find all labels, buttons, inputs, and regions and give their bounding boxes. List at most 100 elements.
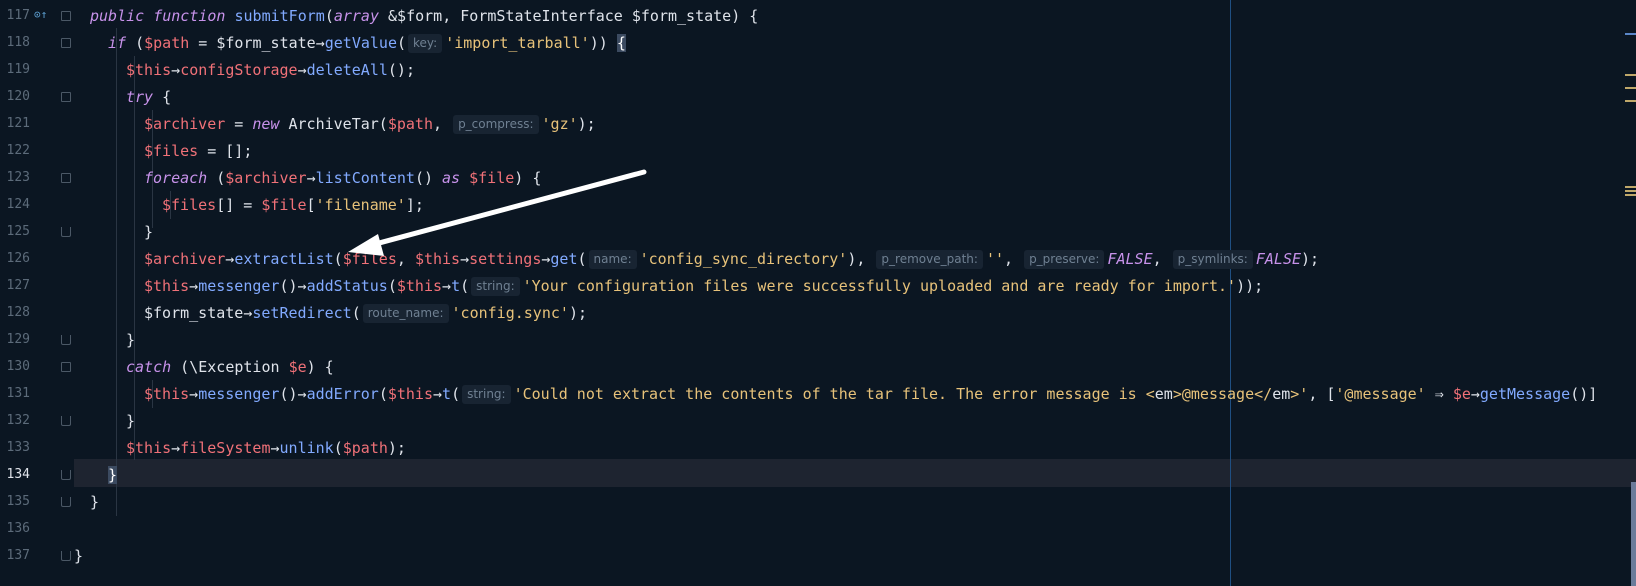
scroll-marker[interactable] bbox=[1625, 186, 1636, 188]
scroll-marker[interactable] bbox=[1625, 74, 1636, 76]
code-line-134[interactable]: } bbox=[108, 461, 1636, 489]
code-line-121[interactable]: $archiver = new ArchiveTar($path, p_comp… bbox=[144, 110, 1636, 138]
code-line-123[interactable]: foreach ($archiver→listContent() as $fil… bbox=[144, 164, 1636, 192]
code-line-133[interactable]: $this→fileSystem→unlink($path); bbox=[126, 434, 1636, 462]
token: ⇒ bbox=[1425, 385, 1453, 403]
token: new bbox=[252, 115, 280, 133]
token: ) { bbox=[514, 169, 542, 187]
token: $this bbox=[414, 250, 461, 268]
token: () bbox=[279, 385, 298, 403]
token: ()] bbox=[1570, 385, 1598, 403]
token: → bbox=[433, 385, 443, 403]
scroll-marker[interactable] bbox=[1625, 87, 1636, 89]
token: extractList bbox=[234, 250, 334, 268]
code-line-120[interactable]: try { bbox=[126, 83, 1636, 111]
token: [] = bbox=[216, 196, 262, 214]
code-editor[interactable]: public function submitForm(array &$form,… bbox=[74, 0, 1636, 586]
scroll-marker[interactable] bbox=[1625, 190, 1636, 192]
token: messenger bbox=[198, 385, 280, 403]
matched-brace: { bbox=[616, 34, 626, 52]
token: >' bbox=[1290, 385, 1309, 403]
code-line-118[interactable]: if ($path = $form_state→getValue(key:'im… bbox=[108, 29, 1636, 57]
line-number: 119 bbox=[6, 62, 30, 77]
token: addStatus bbox=[306, 277, 388, 295]
token: $file bbox=[261, 196, 307, 214]
token: ( bbox=[451, 385, 461, 403]
fold-marker[interactable] bbox=[61, 92, 71, 102]
scrollbar-markers[interactable] bbox=[1622, 0, 1636, 586]
token: public bbox=[90, 7, 145, 25]
token: ArchiveTar( bbox=[279, 115, 388, 133]
code-line-128[interactable]: $form_state→setRedirect(route_name:'conf… bbox=[144, 299, 1636, 327]
token: function bbox=[153, 7, 226, 25]
token: 'gz' bbox=[541, 115, 578, 133]
token: submitForm bbox=[234, 7, 325, 25]
token: ); bbox=[387, 439, 406, 457]
code-line-122[interactable]: $files = []; bbox=[144, 137, 1636, 165]
token: → bbox=[306, 169, 316, 187]
token: setRedirect bbox=[252, 304, 352, 322]
token: → bbox=[297, 277, 307, 295]
token: $form_state bbox=[144, 304, 244, 322]
token: $this bbox=[144, 277, 190, 295]
code-line-129[interactable]: } bbox=[126, 326, 1636, 354]
token: '' bbox=[985, 250, 1004, 268]
code-line-137[interactable]: } bbox=[74, 542, 1636, 570]
fold-marker[interactable] bbox=[61, 11, 71, 21]
code-line-126[interactable]: $archiver→extractList($files, $this→sett… bbox=[144, 245, 1636, 273]
fold-marker[interactable] bbox=[61, 362, 71, 372]
code-line-130[interactable]: catch (\Exception $e) { bbox=[126, 353, 1636, 381]
token: } bbox=[74, 547, 84, 565]
code-line-131[interactable]: $this→messenger()→addError($this→t(strin… bbox=[144, 380, 1636, 408]
code-line-132[interactable]: } bbox=[126, 407, 1636, 435]
token: foreach bbox=[144, 169, 208, 187]
fold-marker[interactable] bbox=[61, 470, 71, 480]
token: $files bbox=[144, 142, 199, 160]
code-line-117[interactable]: public function submitForm(array &$form,… bbox=[90, 2, 1636, 30]
token: ( bbox=[397, 34, 407, 52]
code-line-125[interactable]: } bbox=[144, 218, 1636, 246]
fold-marker[interactable] bbox=[61, 38, 71, 48]
line-number: 127 bbox=[6, 278, 30, 293]
token: 'filename' bbox=[315, 196, 406, 214]
token: $this bbox=[396, 277, 443, 295]
token: $e bbox=[288, 358, 307, 376]
token: ); bbox=[568, 304, 587, 322]
token: $this bbox=[144, 385, 190, 403]
scroll-marker[interactable] bbox=[1625, 33, 1636, 35]
scroll-marker[interactable] bbox=[1625, 100, 1636, 102]
scrollbar-thumb[interactable] bbox=[1631, 482, 1636, 586]
token: $files bbox=[162, 196, 217, 214]
token: addError bbox=[306, 385, 379, 403]
token: ), bbox=[847, 250, 875, 268]
code-line-135[interactable]: } bbox=[90, 488, 1636, 516]
fold-marker[interactable] bbox=[61, 416, 71, 426]
token: 'config.sync' bbox=[451, 304, 569, 322]
scroll-marker[interactable] bbox=[1625, 194, 1636, 196]
fold-marker[interactable] bbox=[61, 227, 71, 237]
code-line-119[interactable]: $this→configStorage→deleteAll(); bbox=[126, 56, 1636, 84]
token: em bbox=[1154, 385, 1173, 403]
line-number: 123 bbox=[6, 170, 30, 185]
line-number: 125 bbox=[6, 224, 30, 239]
token: array bbox=[333, 7, 379, 25]
token: 'import_tarball' bbox=[445, 34, 590, 52]
override-method-icon[interactable]: ⊙↑ bbox=[34, 8, 47, 21]
token: $this bbox=[126, 61, 172, 79]
token: if bbox=[108, 34, 127, 52]
code-line-136[interactable] bbox=[90, 515, 1636, 543]
code-line-127[interactable]: $this→messenger()→addStatus($this→t(stri… bbox=[144, 272, 1636, 300]
fold-marker[interactable] bbox=[61, 335, 71, 345]
line-number: 132 bbox=[6, 413, 30, 428]
token: 'Could not extract the contents of the t… bbox=[513, 385, 1155, 403]
parameter-hint: name: bbox=[588, 250, 637, 269]
token: [ bbox=[306, 196, 316, 214]
token: settings bbox=[469, 250, 542, 268]
fold-marker[interactable] bbox=[61, 551, 71, 561]
fold-marker[interactable] bbox=[61, 497, 71, 507]
token: t bbox=[451, 277, 461, 295]
fold-marker[interactable] bbox=[61, 173, 71, 183]
token: ) { bbox=[306, 358, 334, 376]
line-number: 118 bbox=[6, 35, 30, 50]
code-line-124[interactable]: $files[] = $file['filename']; bbox=[162, 191, 1636, 219]
